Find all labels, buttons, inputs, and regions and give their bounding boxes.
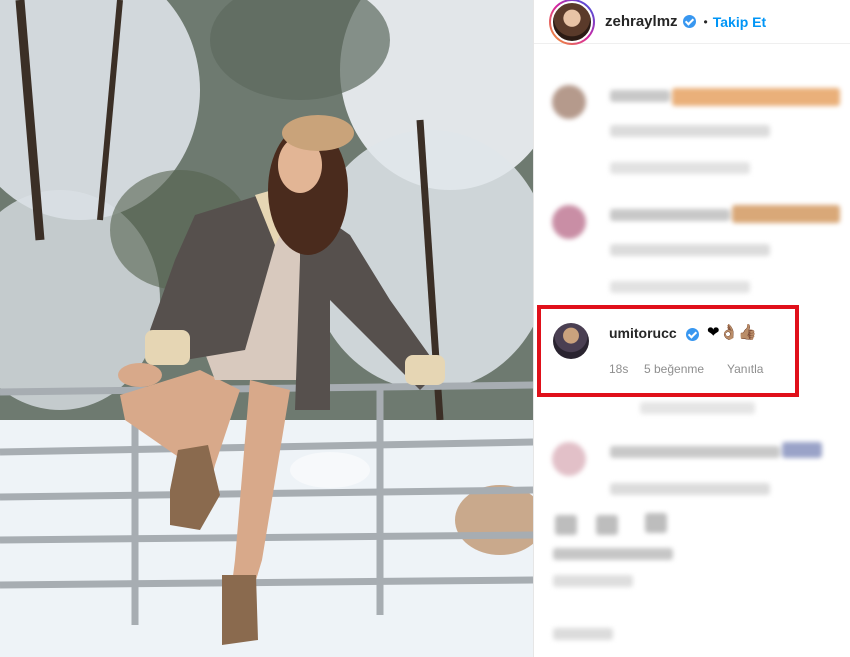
post-photo[interactable] <box>0 0 533 657</box>
highlight-box <box>537 305 799 397</box>
post-header: zehraylmz • Takip Et <box>534 0 850 45</box>
verified-badge-icon <box>682 15 696 28</box>
author-username[interactable]: zehraylmz <box>605 13 678 30</box>
author-avatar[interactable] <box>549 0 595 45</box>
follow-button[interactable]: Takip Et <box>713 14 766 30</box>
photo-illustration <box>0 0 533 657</box>
header-separator: • <box>703 14 708 29</box>
